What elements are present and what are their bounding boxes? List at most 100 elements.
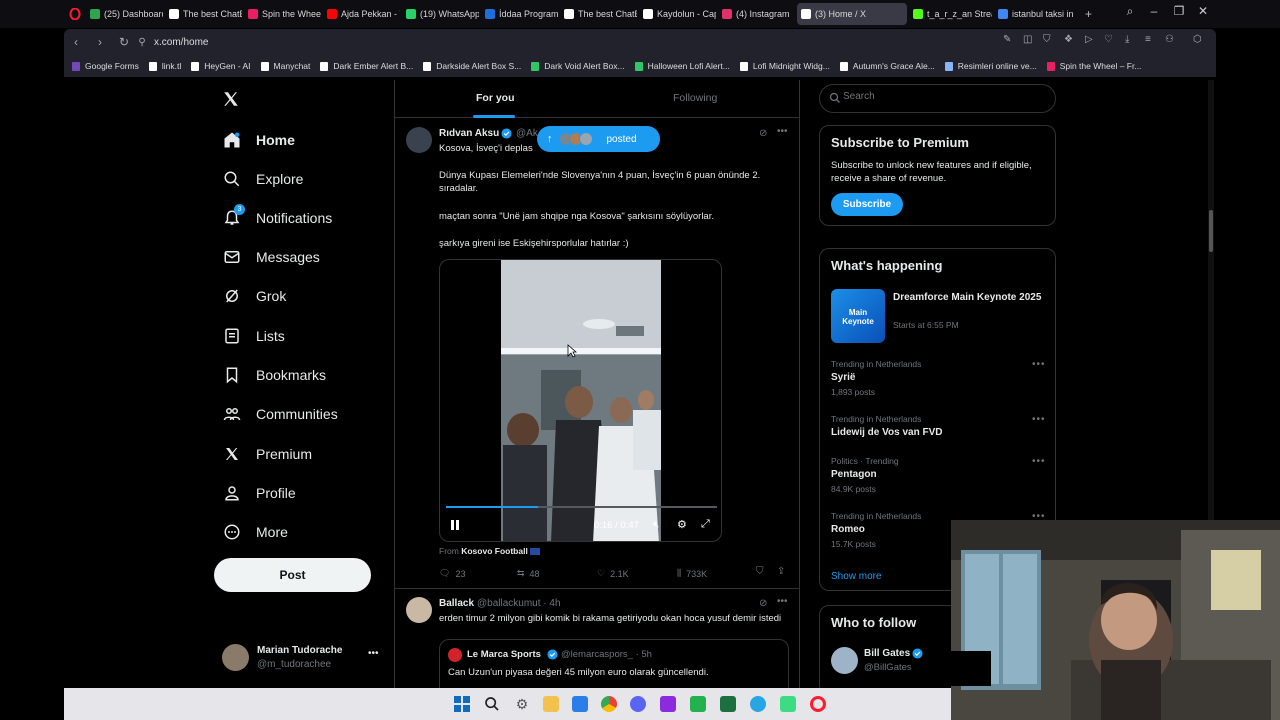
bookmark-item[interactable]: Resimleri online ve... <box>944 61 1037 71</box>
nav-item-explore[interactable]: Explore <box>222 165 303 193</box>
bookmark-item[interactable]: Autumn's Grace Ale... <box>839 61 935 71</box>
opera-icon[interactable] <box>810 696 826 712</box>
file-explorer-icon[interactable] <box>543 696 559 712</box>
discord-icon[interactable] <box>630 696 646 712</box>
more-dots-icon[interactable]: ••• <box>1032 359 1046 370</box>
more-dots-icon[interactable]: ••• <box>777 126 788 137</box>
more-dots-icon[interactable]: ••• <box>1032 414 1046 425</box>
fullscreen-icon[interactable]: ⤢ <box>701 518 710 531</box>
bookmark-item[interactable]: Halloween Lofi Alert... <box>634 61 730 71</box>
author-avatar[interactable] <box>406 597 432 623</box>
subscribe-button[interactable]: Subscribe <box>831 193 903 216</box>
bookmark-item[interactable]: Manychat <box>260 61 310 71</box>
android-app-icon[interactable] <box>780 696 796 712</box>
search-tabs-icon[interactable]: ⌕ <box>1120 4 1140 19</box>
tweet[interactable]: Rıdvan Aksu @Ak Kosova, İsveç'i deplas ↑… <box>395 119 800 589</box>
shield-icon[interactable]: ⛉ <box>1043 34 1051 45</box>
nav-item-notifications[interactable]: 3 Notifications <box>222 204 332 232</box>
heart-icon[interactable]: ♡ <box>1104 34 1113 45</box>
bookmark-icon[interactable]: ⛉ <box>756 566 764 577</box>
more-dots-icon[interactable]: ••• <box>1032 456 1046 467</box>
bookmark-item[interactable]: Dark Ember Alert B... <box>320 61 413 71</box>
bookmark-item[interactable]: Google Forms <box>72 61 139 71</box>
show-more-link[interactable]: Show more <box>831 571 882 582</box>
mute-icon[interactable]: 🔇︎ <box>653 519 659 530</box>
tab-following[interactable]: Following <box>673 92 717 104</box>
nav-item-more[interactable]: More <box>222 518 288 546</box>
author-avatar[interactable] <box>406 127 432 153</box>
messages-drawer-peek[interactable]: Me <box>951 651 991 686</box>
share-icon[interactable]: ⇪ <box>777 566 785 577</box>
more-dots-icon[interactable]: ••• <box>777 596 788 607</box>
tweet-handle[interactable]: @Ak <box>516 128 538 139</box>
pause-icon[interactable] <box>450 519 460 531</box>
browser-tab[interactable]: istanbul taksi in <box>994 3 1077 25</box>
trend-item[interactable]: Trending in Netherlands Syrië 1,893 post… <box>820 357 1055 402</box>
search-box[interactable] <box>819 84 1056 113</box>
edit-icon[interactable]: ✎ <box>1003 34 1011 45</box>
video-player[interactable]: 0:16 / 0:47 🔇︎ ⚙ ⤢ <box>439 259 722 542</box>
nav-item-communities[interactable]: Communities <box>222 400 338 428</box>
bookmark-item[interactable]: Spin the Wheel – Fr... <box>1046 61 1141 71</box>
tweet-handle[interactable]: @ballackumut · 4h <box>477 598 561 609</box>
reply-button[interactable]: 🗨︎ 23 <box>439 568 465 579</box>
views-button[interactable]: ⫼ 733K <box>677 568 707 579</box>
browser-tab[interactable]: Kaydolun - Cap <box>639 3 716 25</box>
post-button[interactable]: Post <box>214 558 371 592</box>
chrome-icon[interactable] <box>601 696 617 712</box>
maximize-button[interactable]: ❐ <box>1169 4 1189 18</box>
browser-tab[interactable]: (3) Home / X <box>797 3 907 25</box>
settings-icon[interactable]: ⚙ <box>677 518 687 531</box>
browser-tab[interactable]: (25) Dashboard <box>86 3 163 25</box>
like-button[interactable]: ♡ 2.1K <box>597 568 629 579</box>
nav-item-profile[interactable]: Profile <box>222 479 296 507</box>
settings-gear-icon[interactable]: ⚙ <box>514 696 530 712</box>
new-tab-button[interactable]: + <box>1085 7 1092 21</box>
browser-tab[interactable]: Spin the Wheel <box>244 3 321 25</box>
extension-icon[interactable]: ❖ <box>1064 34 1073 45</box>
nav-item-premium[interactable]: Premium <box>222 440 312 468</box>
account-switcher[interactable]: Marian Tudorache @m_tudorachee ••• <box>220 642 386 674</box>
source-link[interactable]: Kosovo Football <box>461 546 528 556</box>
grok-icon[interactable]: ⊘ <box>759 128 767 139</box>
browser-tab[interactable]: İddaa Programı <box>481 3 558 25</box>
back-icon[interactable]: ‹ <box>64 35 88 49</box>
nav-item-lists[interactable]: Lists <box>222 322 285 350</box>
browser-tab[interactable]: (19) WhatsApp <box>402 3 479 25</box>
reload-icon[interactable]: ↻ <box>112 35 136 49</box>
bookmark-item[interactable]: Lofi Midnight Widg... <box>739 61 830 71</box>
obs-app-icon[interactable] <box>660 696 676 712</box>
nav-item-home[interactable]: Home <box>222 126 295 154</box>
grok-icon[interactable]: ⊘ <box>759 598 767 609</box>
browser-tab[interactable]: (4) Instagram <box>718 3 795 25</box>
taskbar-search-icon[interactable] <box>484 696 500 712</box>
close-window-button[interactable]: ✕ <box>1193 4 1213 18</box>
x-logo-icon[interactable] <box>222 90 240 108</box>
green-app-icon[interactable] <box>690 696 706 712</box>
nav-item-messages[interactable]: Messages <box>222 243 320 271</box>
camera-icon[interactable]: ◫ <box>1023 34 1032 45</box>
browser-tab[interactable]: The best ChatB <box>165 3 242 25</box>
search-input[interactable] <box>843 91 1043 102</box>
trend-item[interactable]: Politics · Trending Pentagon 84.9K posts… <box>820 454 1055 499</box>
tweet[interactable]: Ballack @ballackumut · 4h ⊘ ••• erden ti… <box>395 589 800 699</box>
browser-tab[interactable]: The best ChatB <box>560 3 637 25</box>
scrollbar-thumb[interactable] <box>1209 210 1213 252</box>
bookmark-item[interactable]: HeyGen - AI <box>191 61 251 71</box>
tweet-author[interactable]: Ballack <box>439 598 474 609</box>
browser-tab[interactable]: t_a_r_z_an Strea <box>909 3 992 25</box>
opera-logo-icon[interactable] <box>64 3 86 25</box>
bookmark-item[interactable]: Dark Void Alert Box... <box>531 61 625 71</box>
excel-icon[interactable] <box>720 696 736 712</box>
trend-item[interactable]: Trending in Netherlands Lidewij de Vos v… <box>820 412 1055 444</box>
tweet-author[interactable]: Rıdvan Aksu <box>439 128 499 139</box>
play-icon[interactable]: ▷ <box>1085 34 1093 45</box>
download-icon[interactable]: ⤓ <box>1125 34 1129 45</box>
new-posts-pill[interactable]: ↑ posted <box>537 126 660 152</box>
start-menu-icon[interactable] <box>454 696 470 712</box>
tab-for-you[interactable]: For you <box>476 92 515 104</box>
aria-icon[interactable]: ⬡ <box>1193 34 1202 45</box>
video-progress-track[interactable] <box>446 506 717 508</box>
telegram-icon[interactable] <box>750 696 766 712</box>
forward-icon[interactable]: › <box>88 35 112 49</box>
